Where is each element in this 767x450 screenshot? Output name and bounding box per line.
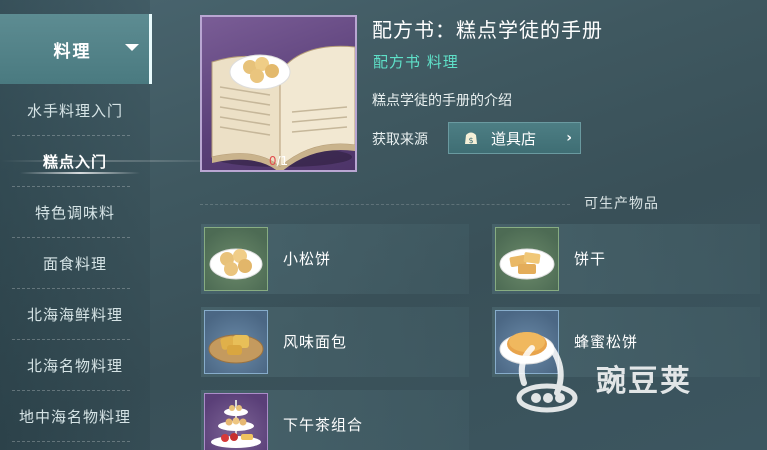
- product-thumbnail: [204, 310, 268, 374]
- wandoujia-logo-icon: [516, 343, 578, 413]
- svg-text:$: $: [468, 136, 473, 145]
- source-button-label: 道具店: [491, 129, 537, 148]
- recipe-description: 糕点学徒的手册的介绍: [372, 93, 512, 109]
- products-section-title: 可生产物品: [584, 196, 659, 212]
- sidebar-item-label: 北海海鲜料理: [26, 305, 123, 324]
- sidebar-item-label: 地中海名物料理: [18, 407, 131, 426]
- sidebar-item-label: 特色调味料: [34, 203, 115, 222]
- product-thumbnail: [204, 393, 268, 450]
- product-item-cookie[interactable]: 饼干: [492, 224, 760, 294]
- recipe-title: 配方书：糕点学徒的手册: [372, 18, 603, 42]
- sidebar-item-north-sea-specialty[interactable]: 北海名物料理: [0, 340, 150, 390]
- product-name: 饼干: [574, 250, 607, 268]
- source-label: 获取来源: [372, 132, 428, 148]
- cookie-plate-icon: [499, 248, 555, 280]
- sidebar-item-label: 糕点入门: [42, 152, 107, 171]
- chevron-down-icon: [125, 44, 139, 51]
- category-dropdown-label: 料理: [53, 41, 92, 62]
- open-book-icon: [211, 45, 355, 170]
- bread-plate-icon: [208, 334, 264, 364]
- sidebar-item-special-seasoning[interactable]: 特色调味料: [0, 187, 150, 237]
- sidebar-divider: [12, 441, 130, 442]
- bag-icon: $: [465, 132, 477, 145]
- muffin-plate-icon: [209, 248, 263, 280]
- sidebar-item-pastry-intro[interactable]: 糕点入门: [0, 136, 150, 186]
- item-shop-source-button[interactable]: $ 道具店 ›: [448, 122, 581, 154]
- recipe-book-item[interactable]: 0/1: [200, 15, 357, 172]
- product-item-flavored-bread[interactable]: 风味面包: [201, 307, 469, 377]
- product-thumbnail: [495, 227, 559, 291]
- owned-count: 0/1: [202, 154, 355, 168]
- sidebar-item-sailor-cooking[interactable]: 水手料理入门: [0, 85, 150, 135]
- product-thumbnail: [204, 227, 268, 291]
- product-name: 风味面包: [283, 333, 348, 351]
- category-sidebar: 料理 水手料理入门 糕点入门 特色调味料 面食料理 北海海鲜料理 北海名物料理 …: [0, 0, 152, 450]
- sidebar-item-north-sea-seafood[interactable]: 北海海鲜料理: [0, 289, 150, 339]
- sidebar-item-label: 水手料理入门: [26, 101, 123, 120]
- category-dropdown[interactable]: 料理: [0, 14, 152, 84]
- watermark-text: 豌豆荚: [596, 364, 692, 399]
- product-name: 小松饼: [283, 250, 332, 268]
- recipe-type-tag: 配方书 料理: [373, 53, 459, 71]
- sidebar-item-noodle-cooking[interactable]: 面食料理: [0, 238, 150, 288]
- product-name: 下午茶组合: [283, 416, 364, 434]
- section-divider: [200, 204, 570, 205]
- product-item-afternoon-tea-set[interactable]: 下午茶组合: [201, 390, 469, 450]
- wandoujia-watermark: 豌豆荚: [512, 338, 737, 418]
- chevron-right-icon: ›: [566, 130, 572, 146]
- owned-count-total: /1: [276, 154, 289, 168]
- sidebar-item-label: 面食料理: [42, 254, 107, 273]
- sidebar-item-label: 北海名物料理: [26, 356, 123, 375]
- tea-stand-icon: [211, 400, 261, 448]
- sidebar-item-mediterranean-specialty[interactable]: 地中海名物料理: [0, 391, 150, 441]
- product-item-small-muffin[interactable]: 小松饼: [201, 224, 469, 294]
